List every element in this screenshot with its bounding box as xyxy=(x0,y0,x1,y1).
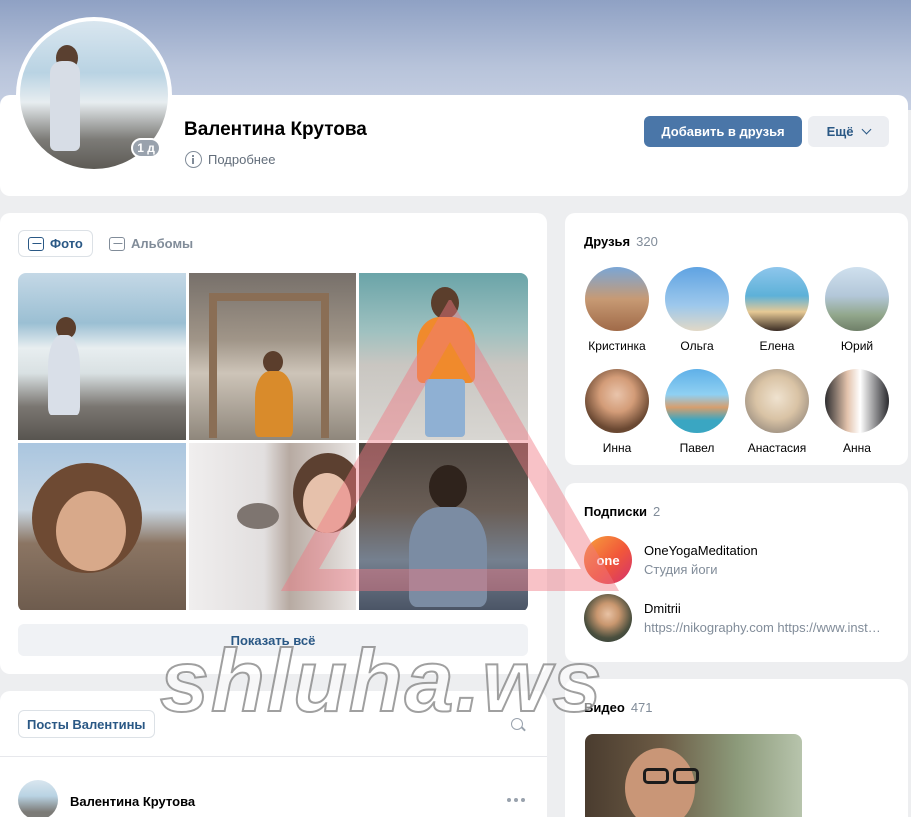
photo-person xyxy=(255,371,293,437)
post-author-name[interactable]: Валентина Крутова xyxy=(70,794,195,809)
friends-list: Кристинка Ольга Елена Юрий Инна Павел Ан… xyxy=(577,267,897,455)
tab-albums[interactable]: Альбомы xyxy=(100,230,202,257)
friend-avatar xyxy=(745,369,809,433)
tab-photos[interactable]: Фото xyxy=(18,230,93,257)
friends-count: 320 xyxy=(636,234,658,249)
search-icon[interactable] xyxy=(511,718,523,730)
videos-count: 471 xyxy=(630,700,653,715)
more-actions-icon[interactable] xyxy=(507,798,525,802)
friend-name: Ольга xyxy=(680,339,714,353)
friend-item[interactable]: Елена xyxy=(737,267,817,353)
friend-name: Павел xyxy=(679,441,715,455)
friend-item[interactable]: Анна xyxy=(817,369,897,455)
more-button[interactable]: Ещё xyxy=(808,116,889,147)
subscription-description: https://nikography.com https://www.insta… xyxy=(644,620,884,635)
subscription-avatar: one xyxy=(584,536,632,584)
subscription-item[interactable]: Dmitrii https://nikography.com https://w… xyxy=(584,594,884,642)
add-friend-label: Добавить в друзья xyxy=(661,124,785,139)
videos-card: Видео 471 xyxy=(565,679,908,817)
subscriptions-count: 2 xyxy=(652,504,661,519)
chevron-down-icon xyxy=(861,124,872,135)
profile-name: Валентина Крутова xyxy=(184,119,367,140)
last-seen-badge: 1 д xyxy=(131,138,161,158)
photo-person-face xyxy=(56,491,126,571)
divider xyxy=(0,756,547,757)
friends-title[interactable]: Друзья 320 xyxy=(584,234,658,249)
friend-name: Кристинка xyxy=(588,339,646,353)
friend-avatar xyxy=(665,267,729,331)
avatar-figure xyxy=(50,61,80,151)
photo-person-jeans xyxy=(425,379,465,437)
friend-item[interactable]: Павел xyxy=(657,369,737,455)
video-person-glasses xyxy=(673,768,699,784)
friend-name: Анастасия xyxy=(747,441,807,455)
videos-title-label: Видео xyxy=(584,700,625,715)
friend-avatar xyxy=(665,369,729,433)
photo-person-head xyxy=(263,351,283,373)
photo-thumbnail[interactable] xyxy=(359,273,528,440)
album-icon xyxy=(109,236,125,251)
tab-photos-label: Фото xyxy=(50,236,83,251)
subscription-description: Студия йоги xyxy=(644,562,718,577)
photo-person-face xyxy=(303,473,351,533)
friends-title-label: Друзья xyxy=(584,234,631,249)
friend-avatar xyxy=(825,369,889,433)
video-thumbnail[interactable] xyxy=(585,734,802,817)
more-label: Ещё xyxy=(826,124,854,139)
tab-albums-label: Альбомы xyxy=(131,236,194,251)
post-author-avatar[interactable] xyxy=(18,780,58,817)
photo-drawn-eye xyxy=(237,503,279,529)
more-info-label: Подробнее xyxy=(208,152,276,167)
friend-avatar xyxy=(585,369,649,433)
photo-person-head xyxy=(429,465,467,509)
friend-item[interactable]: Ольга xyxy=(657,267,737,353)
photo-thumbnail[interactable] xyxy=(189,443,356,610)
photo-person xyxy=(409,507,487,607)
subscription-avatar xyxy=(584,594,632,642)
friend-avatar xyxy=(585,267,649,331)
more-info-link[interactable]: Подробнее xyxy=(185,151,275,168)
photo-thumbnail[interactable] xyxy=(18,273,186,440)
subscription-name: OneYogaMeditation xyxy=(644,543,758,558)
friend-name: Елена xyxy=(759,339,795,353)
photo-person-head xyxy=(431,287,459,319)
subscription-name: Dmitrii xyxy=(644,601,681,616)
photo-person xyxy=(48,335,80,415)
tab-posts-label: Посты Валентины xyxy=(27,716,146,732)
subscriptions-title[interactable]: Подписки 2 xyxy=(584,504,660,519)
photo-thumbnail[interactable] xyxy=(359,443,528,610)
friend-avatar xyxy=(825,267,889,331)
friend-avatar xyxy=(745,267,809,331)
photo-icon xyxy=(28,236,44,251)
subscriptions-title-label: Подписки xyxy=(584,504,647,519)
photo-thumbnail[interactable] xyxy=(18,443,186,610)
videos-title[interactable]: Видео 471 xyxy=(584,700,653,715)
subscriptions-card: Подписки 2 one OneYogaMeditation Студия й… xyxy=(565,483,908,662)
show-all-label: Показать всё xyxy=(230,632,316,648)
friend-name: Анна xyxy=(843,441,871,455)
friend-item[interactable]: Инна xyxy=(577,369,657,455)
yoga-logo-text: one xyxy=(596,552,620,568)
friend-name: Юрий xyxy=(840,339,874,353)
show-all-photos-button[interactable]: Показать всё xyxy=(18,624,528,656)
friend-name: Инна xyxy=(602,441,632,455)
friend-item[interactable]: Юрий xyxy=(817,267,897,353)
friends-card: Друзья 320 Кристинка Ольга Елена Юрий Инн… xyxy=(565,213,908,465)
photo-person xyxy=(417,317,475,383)
friend-item[interactable]: Кристинка xyxy=(577,267,657,353)
photos-card: Фото Альбомы Показать всё xyxy=(0,213,547,674)
photo-grid xyxy=(18,273,528,612)
posts-card: Посты Валентины Валентина Крутова xyxy=(0,691,547,817)
photo-thumbnail[interactable] xyxy=(189,273,356,440)
add-friend-button[interactable]: Добавить в друзья xyxy=(644,116,802,147)
tab-posts[interactable]: Посты Валентины xyxy=(18,710,155,738)
video-person-glasses xyxy=(643,768,669,784)
subscription-item[interactable]: one OneYogaMeditation Студия йоги xyxy=(584,536,884,584)
info-icon xyxy=(185,151,202,168)
friend-item[interactable]: Анастасия xyxy=(737,369,817,455)
